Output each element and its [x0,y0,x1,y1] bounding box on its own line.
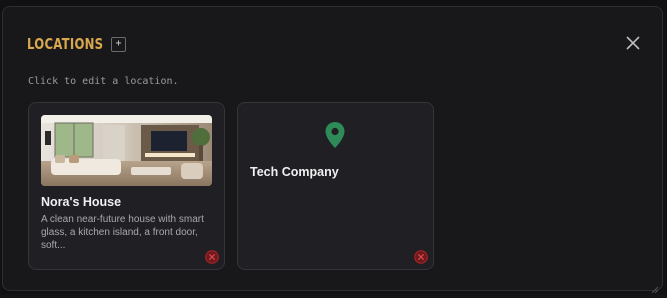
location-name: Tech Company [250,165,339,179]
location-card-tech-company[interactable]: Tech Company [237,102,434,270]
close-icon [626,36,640,50]
add-location-button[interactable]: + [111,36,126,52]
title-row: LOCATIONS + [27,35,126,53]
close-button[interactable] [624,34,642,52]
modal-title: LOCATIONS [27,35,104,53]
delete-location-button[interactable] [205,250,219,264]
edit-hint: Click to edit a location. [28,76,179,87]
location-description: A clean near-future house with smart gla… [41,214,204,251]
resize-grip-icon[interactable] [651,279,659,294]
location-card-noras-house[interactable]: Nora's House A clean near-future house w… [28,102,225,270]
locations-modal: LOCATIONS + Click to edit a location. No… [2,6,663,294]
map-pin-icon [324,121,346,149]
delete-location-button[interactable] [414,250,428,264]
location-thumbnail [41,115,212,186]
location-name: Nora's House [41,195,122,209]
delete-circle-icon [205,250,219,264]
living-room-photo [41,115,212,186]
delete-circle-icon [414,250,428,264]
